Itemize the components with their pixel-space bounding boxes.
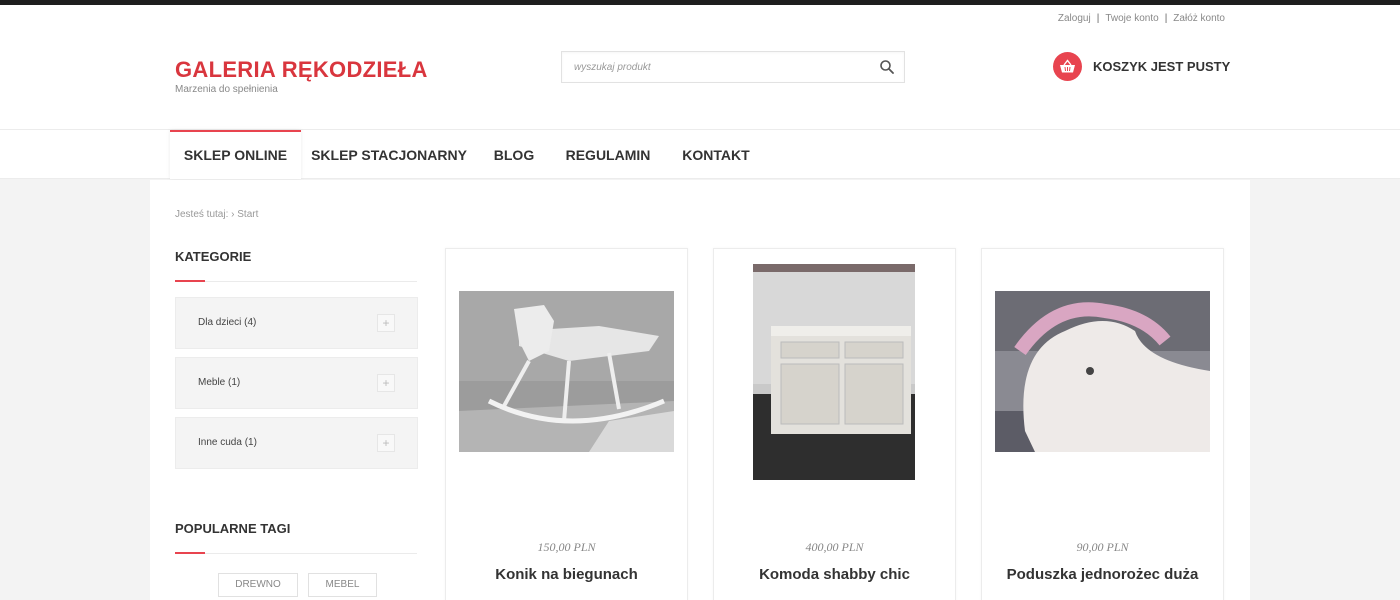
search-input[interactable] xyxy=(562,52,862,82)
heading-accent xyxy=(175,280,205,282)
tags-heading: POPULARNE TAGI xyxy=(175,521,291,536)
product-card: 150,00 PLN Konik na biegunach xyxy=(445,248,688,600)
nav-item-blog[interactable]: BLOG xyxy=(486,130,542,179)
expand-plus-icon[interactable]: + xyxy=(377,434,395,452)
breadcrumb-current[interactable]: Start xyxy=(237,209,258,220)
user-links: Zaloguj | Twoje konto | Załóż konto xyxy=(1058,13,1225,24)
separator: | xyxy=(1164,13,1168,24)
product-price: 90,00 PLN xyxy=(1076,540,1129,554)
product-card: 90,00 PLN Poduszka jednorożec duża xyxy=(981,248,1224,600)
expand-plus-icon[interactable]: + xyxy=(377,314,395,332)
product-name[interactable]: Poduszka jednorożec duża xyxy=(982,566,1223,583)
tag-mebel[interactable]: MEBEL xyxy=(308,573,377,597)
login-link[interactable]: Zaloguj xyxy=(1058,13,1091,24)
divider xyxy=(175,281,417,282)
category-item[interactable]: Dla dzieci (4) + xyxy=(175,297,418,349)
expand-plus-icon[interactable]: + xyxy=(377,374,395,392)
product-card: 400,00 PLN Komoda shabby chic xyxy=(713,248,956,600)
cart-button[interactable]: KOSZYK JEST PUSTY xyxy=(1053,51,1230,81)
main-nav: SKLEP ONLINE SKLEP STACJONARNY BLOG REGU… xyxy=(0,129,1400,179)
breadcrumb: Jesteś tutaj: › Start xyxy=(175,209,258,220)
product-image-dresser[interactable] xyxy=(753,264,915,480)
logo[interactable]: GALERIA RĘKODZIEŁA Marzenia do spełnieni… xyxy=(175,57,428,95)
account-link[interactable]: Twoje konto xyxy=(1105,13,1158,24)
divider xyxy=(175,553,417,554)
search-icon[interactable] xyxy=(878,58,896,76)
breadcrumb-prefix: Jesteś tutaj: xyxy=(175,209,229,220)
categories-heading: KATEGORIE xyxy=(175,249,252,264)
category-label[interactable]: Inne cuda (1) xyxy=(198,437,257,448)
tag-drewno[interactable]: DREWNO xyxy=(218,573,298,597)
separator: | xyxy=(1096,13,1100,24)
nav-item-kontakt[interactable]: KONTAKT xyxy=(674,130,758,179)
nav-item-sklep-stacjonarny[interactable]: SKLEP STACJONARNY xyxy=(308,130,470,179)
category-label[interactable]: Meble (1) xyxy=(198,377,240,388)
product-price: 400,00 PLN xyxy=(805,540,864,554)
product-price: 150,00 PLN xyxy=(537,540,596,554)
logo-title[interactable]: GALERIA RĘKODZIEŁA xyxy=(175,57,428,83)
logo-subtitle: Marzenia do spełnienia xyxy=(175,84,278,95)
category-label[interactable]: Dla dzieci (4) xyxy=(198,317,256,328)
product-name[interactable]: Komoda shabby chic xyxy=(714,566,955,583)
product-image-unicorn-pillow[interactable] xyxy=(995,291,1210,452)
product-image-rocking-horse[interactable] xyxy=(459,291,674,452)
basket-icon[interactable] xyxy=(1053,51,1082,81)
product-name[interactable]: Konik na biegunach xyxy=(446,566,687,583)
nav-item-regulamin[interactable]: REGULAMIN xyxy=(557,130,659,179)
register-link[interactable]: Załóż konto xyxy=(1173,13,1225,24)
nav-item-sklep-online[interactable]: SKLEP ONLINE xyxy=(170,130,301,179)
search-box xyxy=(561,51,905,83)
heading-accent xyxy=(175,552,205,554)
cart-label[interactable]: KOSZYK JEST PUSTY xyxy=(1093,59,1230,74)
category-item[interactable]: Inne cuda (1) + xyxy=(175,417,418,469)
category-item[interactable]: Meble (1) + xyxy=(175,357,418,409)
